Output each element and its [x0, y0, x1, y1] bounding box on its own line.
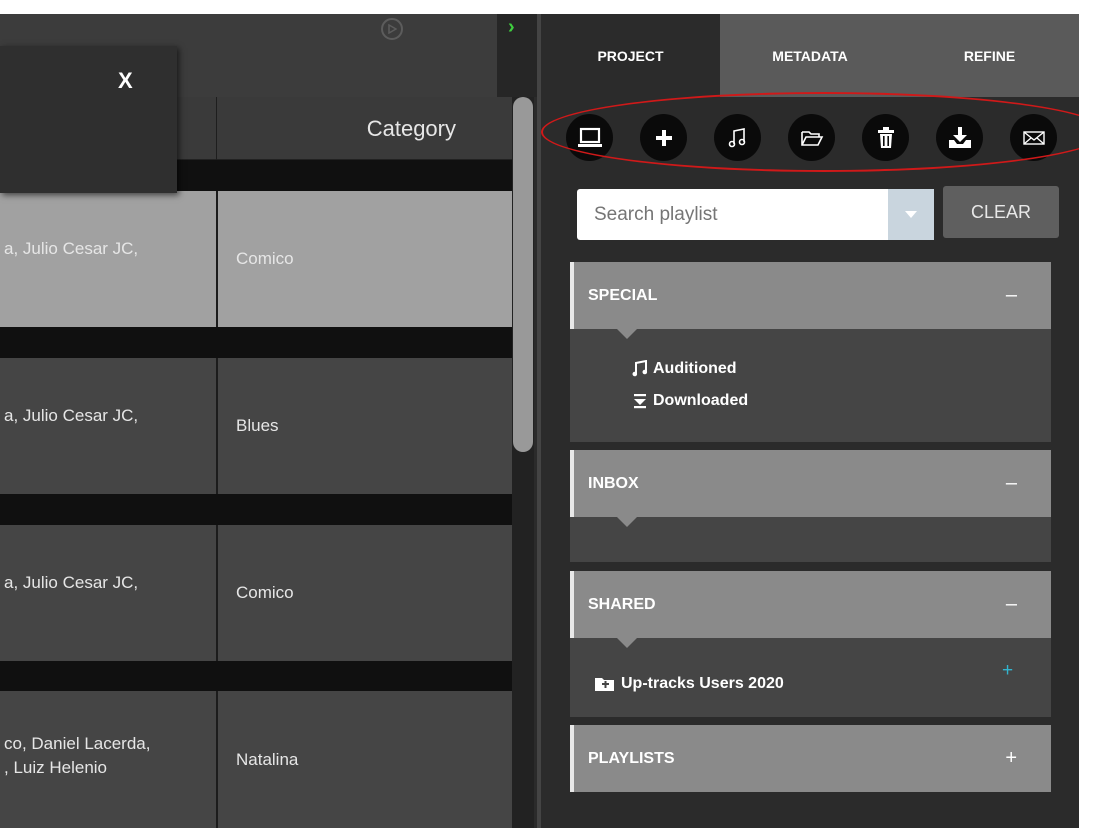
section-special: Auditioned Downloaded SPECIAL – [570, 262, 1051, 442]
section-playlists: PLAYLISTS + [570, 725, 1051, 792]
tab-refine[interactable]: REFINE [900, 14, 1079, 97]
section-inbox: INBOX – [570, 450, 1051, 562]
tab-metadata[interactable]: METADATA [720, 14, 900, 97]
collapse-icon[interactable]: – [1006, 450, 1017, 517]
section-shared: Up-tracks Users 2020 + SHARED – [570, 571, 1051, 717]
row-separator [0, 494, 512, 525]
laptop-icon[interactable] [566, 114, 613, 161]
chevron-down-icon[interactable] [888, 189, 934, 240]
chevron-right-icon: › [508, 16, 515, 38]
section-title: SHARED [588, 595, 656, 613]
artist-cell: a, Julio Cesar JC, [4, 406, 139, 425]
category-cell: Comico [236, 249, 294, 268]
collapse-icon[interactable]: – [1006, 262, 1017, 329]
section-header-inbox[interactable]: INBOX – [570, 450, 1051, 527]
tab-project[interactable]: PROJECT [541, 14, 720, 97]
section-header-playlists[interactable]: PLAYLISTS + [570, 725, 1051, 792]
list-item[interactable]: Downloaded [632, 392, 748, 410]
column-header-category[interactable]: Category [219, 97, 511, 160]
close-button[interactable]: X [118, 68, 133, 94]
project-panel: PROJECT METADATA REFINE Search playlist … [541, 14, 1079, 828]
row-separator [0, 327, 512, 358]
row-separator [0, 661, 512, 691]
category-cell: Natalina [236, 749, 299, 769]
add-icon[interactable]: + [1002, 660, 1013, 682]
shared-folder-icon [595, 678, 614, 691]
search-playlist-field [577, 189, 934, 240]
toolbar [541, 114, 1079, 169]
expand-icon[interactable]: + [1005, 725, 1017, 792]
download-icon [634, 394, 646, 409]
artist-cell: co, Daniel Lacerda, , Luiz Helenio [4, 733, 151, 777]
table-row[interactable]: a, Julio Cesar JC, Comico [0, 525, 512, 661]
scrollbar-thumb[interactable] [513, 97, 533, 452]
artist-cell: a, Julio Cesar JC, [4, 573, 139, 592]
music-note-icon [632, 360, 648, 377]
plus-icon[interactable] [640, 114, 687, 161]
section-header-special[interactable]: SPECIAL – [570, 262, 1051, 339]
list-item[interactable]: Auditioned [632, 360, 737, 378]
section-title: SPECIAL [588, 286, 658, 304]
table-row[interactable]: a, Julio Cesar JC, Comico [0, 191, 512, 327]
clear-button[interactable]: CLEAR [943, 186, 1059, 238]
section-header-shared[interactable]: SHARED – [570, 571, 1051, 648]
play-icon[interactable] [381, 18, 403, 40]
popup-panel: X [0, 46, 177, 193]
section-title: INBOX [588, 474, 639, 492]
table-row[interactable]: a, Julio Cesar JC, Blues [0, 358, 512, 494]
list-item[interactable]: Up-tracks Users 2020 [594, 675, 784, 693]
tab-bar: PROJECT METADATA REFINE [541, 14, 1079, 97]
downloaded-label: Downloaded [653, 392, 749, 409]
column-divider [216, 97, 217, 160]
section-title: PLAYLISTS [588, 749, 675, 767]
folder-open-icon[interactable] [788, 114, 835, 161]
table-row[interactable]: co, Daniel Lacerda, , Luiz Helenio Natal… [0, 691, 512, 828]
auditioned-label: Auditioned [653, 360, 737, 377]
collapse-icon[interactable]: – [1006, 571, 1017, 638]
category-cell: Blues [236, 416, 279, 435]
app-frame: › Category a, Julio Cesar JC, Comico a, … [0, 14, 1079, 828]
trash-icon[interactable] [862, 114, 909, 161]
search-input[interactable] [577, 189, 887, 240]
artist-cell: a, Julio Cesar JC, [4, 239, 139, 258]
category-cell: Comico [236, 583, 294, 602]
expand-panel-toggle[interactable]: › [497, 14, 537, 97]
shared-playlist-label: Up-tracks Users 2020 [621, 675, 784, 692]
music-note-icon[interactable] [714, 114, 761, 161]
mail-icon[interactable] [1010, 114, 1057, 161]
download-icon[interactable] [936, 114, 983, 161]
